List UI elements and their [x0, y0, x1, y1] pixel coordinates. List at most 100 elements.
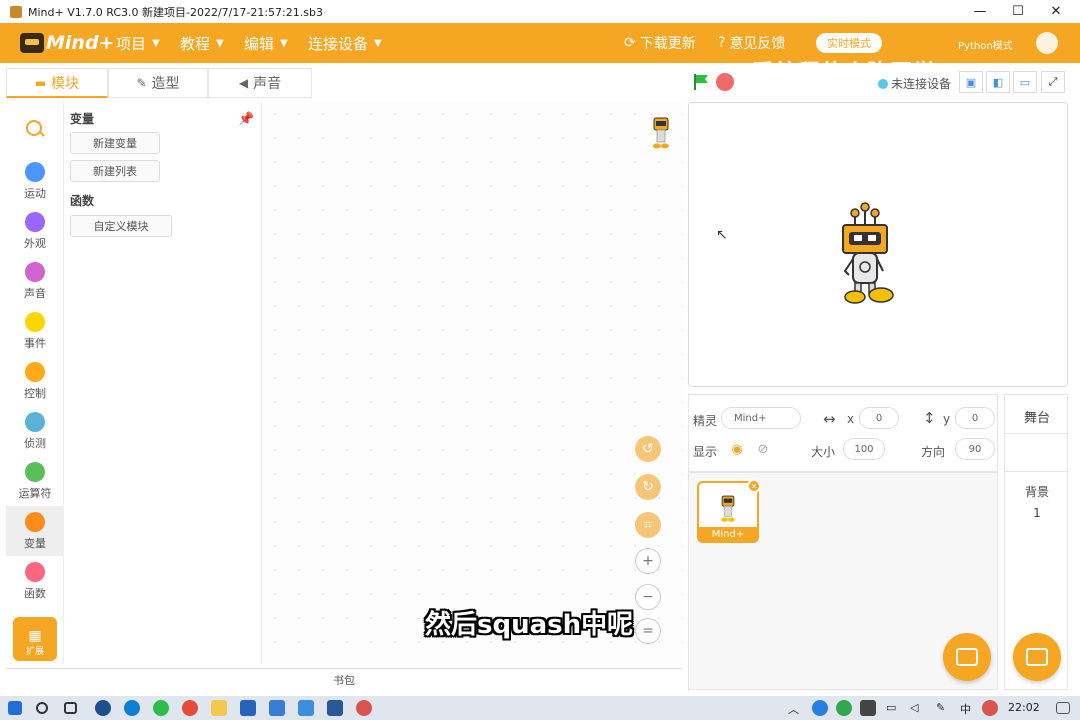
new-list-button[interactable]: 新建列表	[70, 160, 160, 182]
category-control[interactable]: 控制	[6, 356, 64, 406]
category-looks[interactable]: 外观	[6, 206, 64, 256]
hide-eye-icon[interactable]: ⊘	[751, 438, 775, 460]
category-label: 运算符	[18, 487, 52, 500]
mindplus-taskbar-icon[interactable]	[240, 700, 256, 716]
tray-app-icon[interactable]	[836, 700, 852, 716]
tab-costumes[interactable]: ✎ 造型	[108, 68, 208, 98]
menu-tutorial[interactable]: 教程 ▼	[180, 23, 224, 63]
backdrop-count: 1	[1033, 506, 1041, 520]
category-sound[interactable]: 声音	[6, 256, 64, 306]
pen-icon[interactable]: ✎	[936, 701, 945, 714]
variables-section-title: 变量	[70, 112, 95, 126]
refresh-icon: ⟳	[624, 35, 636, 51]
mindplus-robot-sprite[interactable]	[837, 201, 895, 307]
size-input[interactable]: 100	[843, 438, 885, 460]
y-input[interactable]: 0	[955, 407, 995, 429]
mouse-cursor-icon: ↖	[716, 227, 728, 243]
stop-icon[interactable]	[716, 73, 734, 91]
blocks-icon: ▬	[34, 75, 47, 90]
document-taskbar-icon[interactable]	[298, 700, 314, 716]
menu-bar: Mind+ 项目 ▼ 教程 ▼ 编辑 ▼ 连接设备 ▼ ⟳ 下载更新 ? 意见反馈 实时…	[0, 23, 1080, 86]
category-operators[interactable]: 运算符	[6, 456, 64, 506]
task-view-icon[interactable]	[64, 702, 77, 714]
large-stage-button[interactable]: ▭	[1013, 71, 1037, 93]
normal-stage-button[interactable]: ◧	[986, 71, 1010, 93]
stage-canvas[interactable]	[688, 102, 1068, 387]
stage-target-panel[interactable]: 舞台 背景 1	[1004, 394, 1069, 690]
brush-icon: ✎	[136, 76, 147, 90]
tab-blocks[interactable]: ▬ 模块	[6, 68, 108, 98]
wechat-icon[interactable]	[153, 700, 169, 716]
green-flag-icon[interactable]	[692, 73, 710, 91]
menu-connect-device[interactable]: 连接设备 ▼	[308, 23, 382, 63]
minimize-button[interactable]: —	[962, 0, 998, 23]
python-mode-toggle[interactable]: Python模式	[958, 37, 1013, 52]
y-label: y	[943, 412, 951, 426]
sprite-info-panel: 精灵 Mind+ ↔ x 0 ↕ y 0 显示 ◉ ⊘ 大小 100 方向 90	[688, 394, 998, 472]
realtime-mode-button[interactable]: 实时模式	[816, 33, 882, 53]
backpack-bar[interactable]: 书包	[6, 668, 682, 690]
small-stage-button[interactable]: ▣	[959, 71, 983, 93]
zoom-reset-button[interactable]: =	[635, 618, 661, 644]
redo-button[interactable]: ↻	[635, 474, 661, 500]
fullscreen-button[interactable]: ⤢	[1041, 71, 1065, 93]
category-dot	[25, 212, 45, 232]
custom-block-button[interactable]: 自定义模块	[70, 215, 172, 237]
network-icon[interactable]: ▭	[886, 701, 896, 714]
search-taskbar-icon[interactable]	[36, 702, 48, 714]
search-icon[interactable]	[26, 120, 42, 136]
app-taskbar-icon[interactable]	[327, 700, 343, 716]
code-workspace[interactable]: ↺ ↻ ⌗ + − =	[263, 102, 683, 664]
chrome-icon[interactable]	[182, 700, 198, 716]
category-dot	[25, 462, 45, 482]
zoom-in-button[interactable]: +	[635, 548, 661, 574]
menu-project[interactable]: 项目 ▼	[116, 23, 160, 63]
category-motion[interactable]: 运动	[6, 156, 64, 206]
volume-icon[interactable]: ◁	[910, 701, 918, 714]
sprite-thumbnail[interactable]: ✕ Mind+	[697, 479, 761, 543]
direction-input[interactable]: 90	[955, 438, 995, 460]
undo-button[interactable]: ↺	[635, 436, 661, 462]
sprite-name-input[interactable]: Mind+	[721, 407, 801, 429]
ime-indicator[interactable]: 中	[960, 701, 971, 717]
app-taskbar-icon[interactable]	[269, 700, 285, 716]
windows-start-icon[interactable]	[8, 701, 22, 715]
taskbar-clock[interactable]: 22:02	[1008, 701, 1040, 714]
delete-sprite-icon[interactable]: ✕	[747, 479, 761, 493]
tab-sounds[interactable]: ◀ 声音	[208, 68, 312, 98]
add-backdrop-button[interactable]	[1013, 633, 1061, 681]
category-events[interactable]: 事件	[6, 306, 64, 356]
category-label: 声音	[24, 287, 46, 300]
category-variables[interactable]: 变量	[6, 506, 64, 556]
x-input[interactable]: 0	[859, 407, 899, 429]
category-label: 控制	[24, 387, 46, 400]
sprite-thumbnail-image	[721, 495, 735, 522]
category-functions[interactable]: 函数	[6, 556, 64, 606]
maximize-button[interactable]: ☐	[1000, 0, 1036, 23]
pin-icon[interactable]: 📌	[238, 112, 254, 127]
add-sprite-button[interactable]	[943, 633, 991, 681]
tray-chevron-icon[interactable]: ︿	[788, 701, 799, 717]
category-sensing[interactable]: 侦测	[6, 406, 64, 456]
menu-edit[interactable]: 编辑 ▼	[244, 23, 288, 63]
app-taskbar-icon[interactable]	[356, 700, 372, 716]
sprite-thumbnail-name: Mind+	[699, 527, 757, 541]
edge-icon[interactable]	[124, 700, 140, 716]
browser-icon[interactable]	[95, 700, 111, 716]
new-variable-button[interactable]: 新建变量	[70, 132, 160, 154]
sogou-ime-icon[interactable]	[982, 700, 998, 716]
tray-app-icon[interactable]	[812, 700, 828, 716]
tray-app-icon[interactable]	[860, 700, 876, 716]
zoom-out-button[interactable]: −	[635, 584, 661, 610]
file-explorer-icon[interactable]	[211, 700, 227, 716]
notification-icon[interactable]	[1056, 702, 1070, 714]
settings-gear-icon[interactable]	[1036, 32, 1058, 54]
stage-divider	[1005, 471, 1069, 472]
extensions-button[interactable]: ▦ 扩展	[13, 617, 57, 661]
download-update-button[interactable]: ⟳ 下载更新	[624, 23, 696, 63]
clean-up-button[interactable]: ⌗	[635, 512, 661, 538]
close-button[interactable]: ✕	[1038, 0, 1074, 23]
show-eye-icon[interactable]: ◉	[725, 438, 749, 460]
window-title: Mind+ V1.7.0 RC3.0 新建项目-2022/7/17-21:57:…	[28, 5, 323, 19]
category-dot	[25, 162, 45, 182]
